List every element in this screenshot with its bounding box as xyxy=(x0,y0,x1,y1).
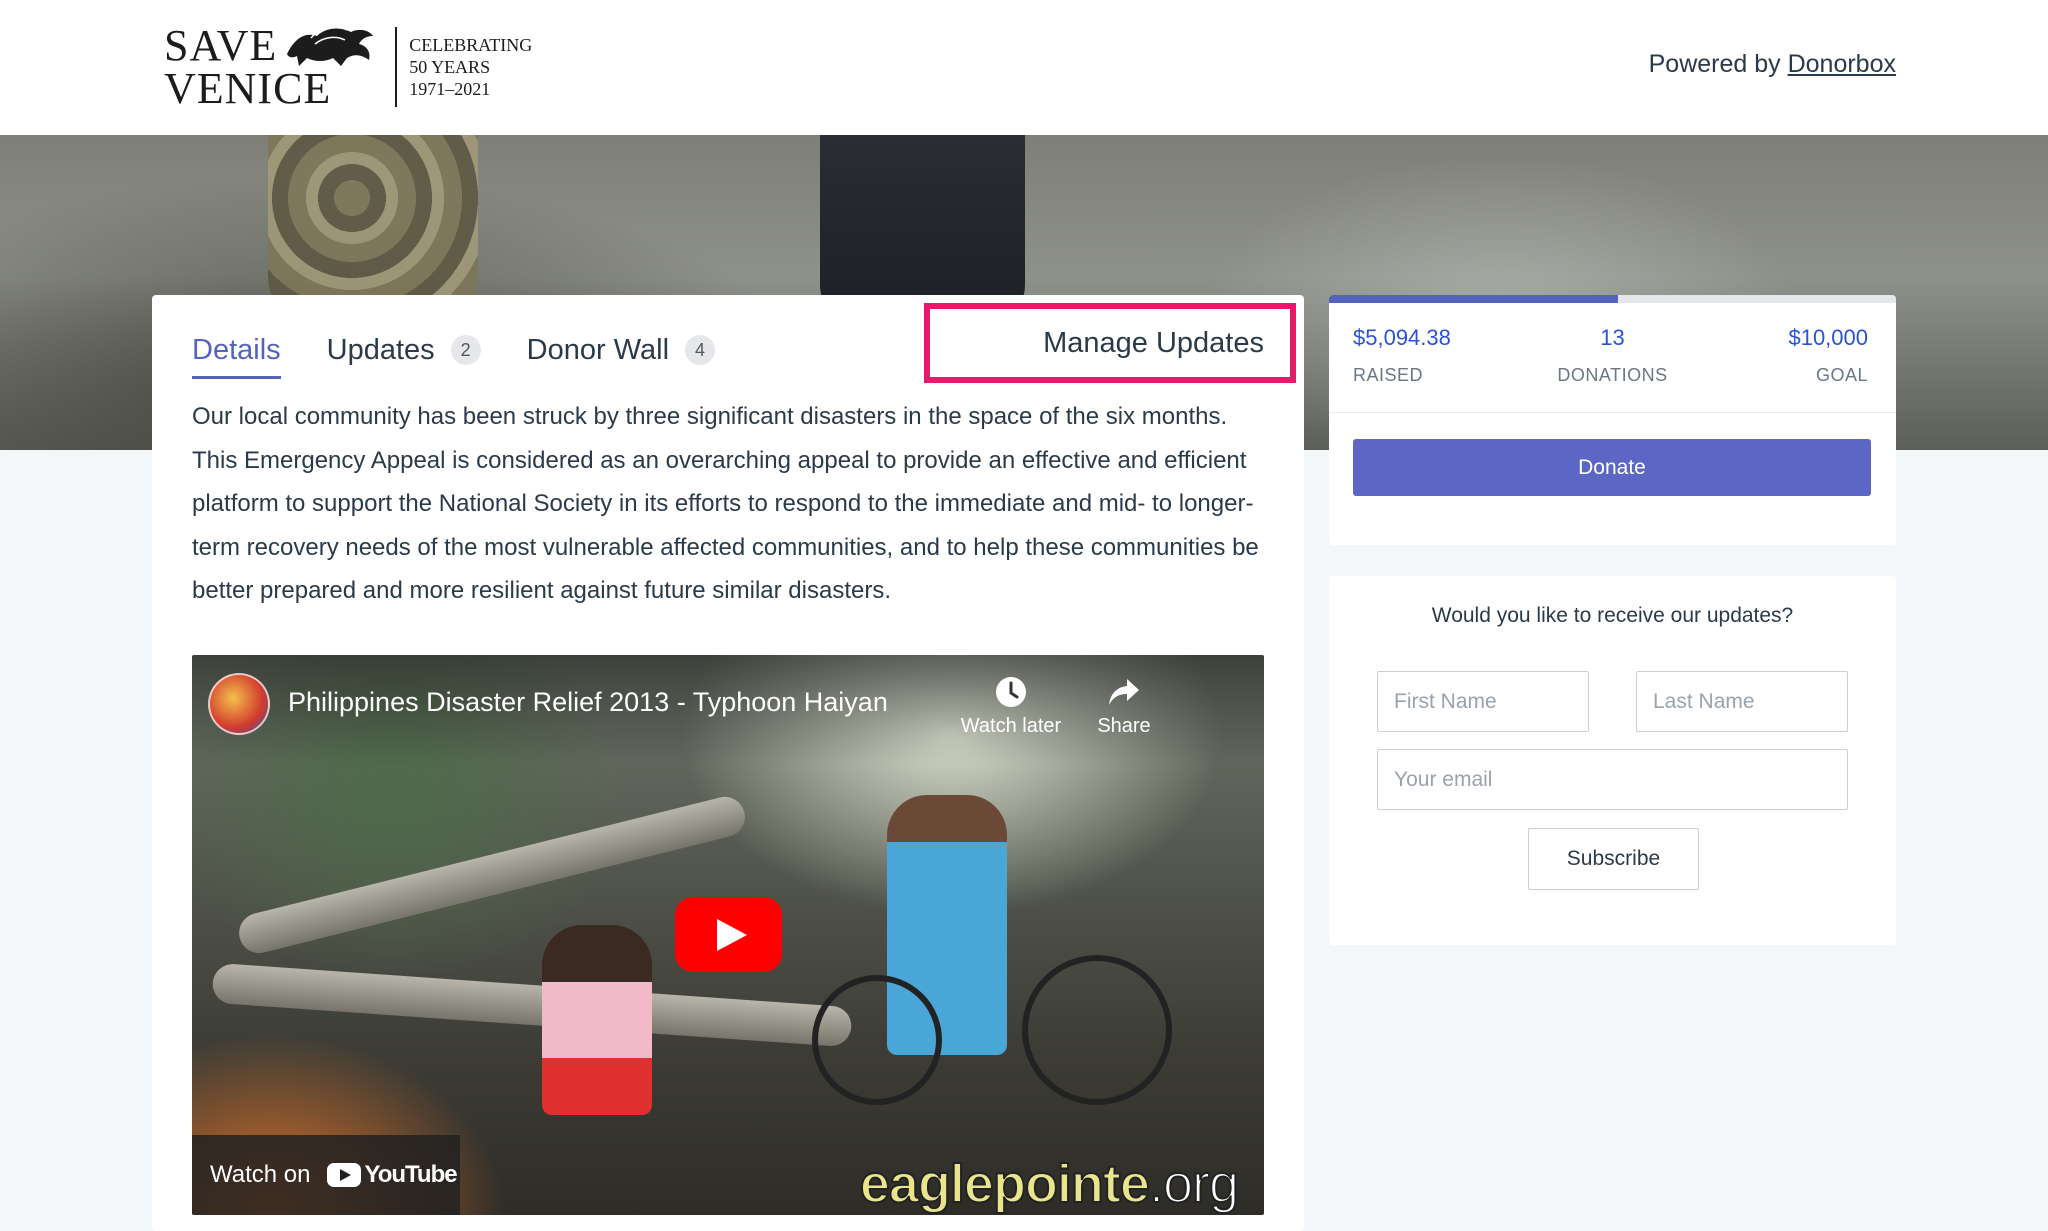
watermark-tld: .org xyxy=(1148,1153,1240,1215)
subscribe-button[interactable]: Subscribe xyxy=(1528,828,1699,890)
youtube-play-mini-icon xyxy=(326,1163,361,1187)
share-arrow-icon xyxy=(1109,679,1139,705)
donate-button[interactable]: Donate xyxy=(1353,439,1871,496)
save-venice-logo[interactable]: SAVE VENICE CELEBRATING 50 YEARS 1971–20… xyxy=(164,22,532,112)
campaign-main-card: Details Updates 2 Donor Wall 4 Manage Up… xyxy=(152,295,1304,1231)
video-scene-pole xyxy=(211,962,853,1048)
logo-tagline: CELEBRATING 50 YEARS 1971–2021 xyxy=(409,34,532,100)
updates-count-badge: 2 xyxy=(450,335,481,365)
tab-details-label: Details xyxy=(192,333,281,366)
watch-on-youtube-button[interactable]: Watch on YouTube xyxy=(192,1135,460,1215)
tab-details[interactable]: Details xyxy=(192,325,281,379)
powered-by-label: Powered by xyxy=(1648,50,1781,78)
video-scene-pole xyxy=(234,792,750,958)
tab-updates-label: Updates xyxy=(326,333,435,366)
fundraising-stats-card: $5,094.38 RAISED 13 DONATIONS $10,000 GO… xyxy=(1329,295,1896,545)
logo-tag-line1: CELEBRATING xyxy=(409,35,533,55)
last-name-field[interactable] xyxy=(1636,671,1848,732)
goal-label: GOAL xyxy=(1815,365,1868,385)
logo-tag-line3: 1971–2021 xyxy=(409,79,491,99)
donorbox-link[interactable]: Donorbox xyxy=(1788,50,1896,78)
clock-icon xyxy=(996,677,1026,707)
youtube-video-embed[interactable]: Philippines Disaster Relief 2013 - Typho… xyxy=(192,655,1264,1215)
play-button[interactable] xyxy=(675,897,782,972)
video-title[interactable]: Philippines Disaster Relief 2013 - Typho… xyxy=(288,687,888,718)
goal-amount: $10,000 xyxy=(1788,325,1868,350)
stat-goal: $10,000 GOAL xyxy=(1788,325,1868,386)
video-scene-bicycle-wheel xyxy=(1022,955,1172,1105)
progress-fill xyxy=(1329,295,1618,303)
watermark-main: eaglepointe xyxy=(859,1153,1151,1215)
first-name-field[interactable] xyxy=(1377,671,1589,732)
video-scene-child-pink xyxy=(542,925,652,1115)
progress-track xyxy=(1329,295,1896,303)
share-label: Share xyxy=(1097,715,1151,737)
video-scene-bicycle-wheel xyxy=(812,975,942,1105)
donor-wall-count-badge: 4 xyxy=(685,335,716,365)
watch-later-button[interactable]: Watch later xyxy=(951,675,1071,738)
logo-word-save: SAVE xyxy=(164,21,278,70)
manage-updates-button[interactable]: Manage Updates xyxy=(924,303,1296,383)
powered-by: Powered by Donorbox xyxy=(1649,50,1896,79)
tab-donor-wall-label: Donor Wall xyxy=(526,333,670,366)
email-field[interactable] xyxy=(1377,749,1848,810)
logo-tag-line2: 50 YEARS xyxy=(409,57,491,77)
winged-lion-icon xyxy=(287,25,374,66)
watch-later-label: Watch later xyxy=(960,715,1062,737)
tab-updates[interactable]: Updates 2 xyxy=(327,325,481,375)
youtube-wordmark: YouTube xyxy=(364,1161,458,1188)
logo-word-venice: VENICE xyxy=(164,64,332,113)
watch-on-label: Watch on xyxy=(210,1161,311,1188)
eaglepointe-watermark: eaglepointe.org xyxy=(859,1153,1240,1215)
tab-donor-wall[interactable]: Donor Wall 4 xyxy=(526,325,716,375)
campaign-description: Our local community has been struck by t… xyxy=(192,403,1259,604)
subscribe-title: Would you like to receive our updates? xyxy=(1431,604,1794,627)
logo-wordmark: SAVE VENICE xyxy=(164,21,377,113)
channel-avatar[interactable] xyxy=(208,673,270,735)
logo-divider xyxy=(395,27,398,107)
subscribe-card: Would you like to receive our updates? S… xyxy=(1329,576,1896,945)
stats-divider xyxy=(1329,412,1896,413)
share-button[interactable]: Share xyxy=(1084,675,1164,738)
youtube-logo-icon: YouTube xyxy=(326,1161,458,1189)
campaign-tabs: Details Updates 2 Donor Wall 4 xyxy=(192,325,761,379)
site-header: SAVE VENICE CELEBRATING 50 YEARS 1971–20… xyxy=(0,0,2048,135)
